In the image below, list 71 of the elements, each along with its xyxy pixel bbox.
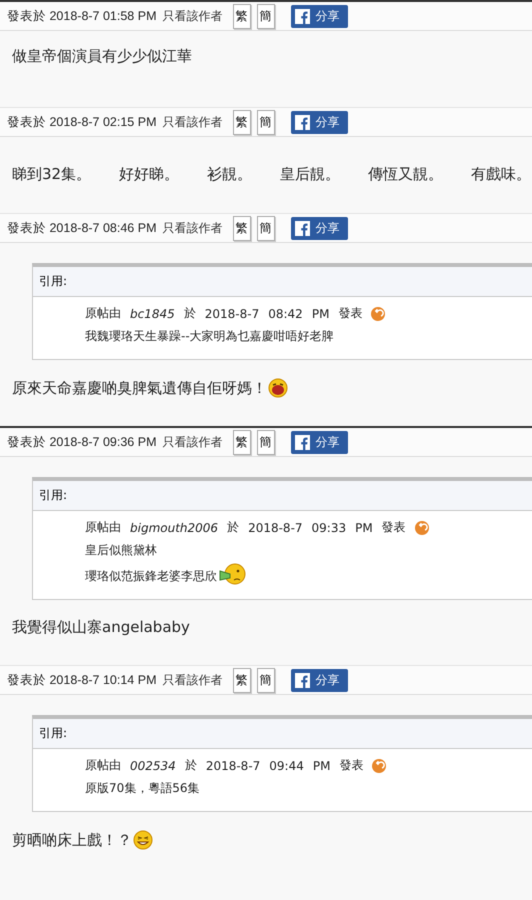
quote-text: 我魏瓔珞天生暴躁--大家明為乜嘉慶咁唔好老脾 — [85, 328, 334, 345]
author-only-link[interactable]: 只看該作者 — [162, 220, 222, 236]
simplified-button[interactable]: 簡 — [256, 4, 274, 28]
traditional-button[interactable]: 繁 — [232, 216, 250, 240]
quote-date: 2018-8-7 — [248, 520, 303, 534]
quote-author: bc1845 — [130, 306, 175, 320]
quote-meta: 發表 — [339, 757, 364, 774]
quote-label: 引用: — [33, 481, 532, 511]
quote-meta: 原帖由 — [85, 519, 121, 536]
message-text: 原來天命嘉慶啲臭脾氣遺傳自佢呀媽！ — [12, 378, 267, 398]
post-date: 發表於 2018-8-7 02:15 PM — [7, 114, 156, 130]
message-text: 衫靚。 — [207, 165, 252, 184]
quote-meta: 發表 — [338, 305, 362, 322]
quote-time: PM — [312, 306, 330, 320]
quote-text: 皇后似熊黛林 — [85, 542, 157, 559]
quote-time: 09:44 — [269, 758, 304, 772]
share-button[interactable]: 分享 — [290, 668, 348, 692]
quote-meta: 於 — [227, 519, 240, 536]
author-only-link[interactable]: 只看該作者 — [162, 434, 222, 450]
grinning-face-icon — [133, 830, 153, 850]
message-text: 睇到32集。 — [12, 165, 92, 184]
megaphone-face-icon — [218, 563, 246, 585]
quote-author: bigmouth2006 — [130, 520, 218, 534]
quote-meta: 原帖由 — [85, 305, 121, 322]
quote-text: 原版70集，粵語56集 — [85, 780, 200, 797]
message-text: 我覺得似山寨angelababy — [12, 618, 190, 637]
post-date: 發表於 2018-8-7 09:36 PM — [7, 434, 156, 450]
facebook-icon — [294, 434, 310, 450]
author-only-link[interactable]: 只看該作者 — [162, 8, 222, 24]
quote-date: 2018-8-7 — [206, 758, 260, 772]
quote-text: 瓔珞似范振鋒老婆李思欣 — [85, 568, 217, 585]
quote-meta: 發表 — [382, 519, 406, 536]
quote-label: 引用: — [33, 267, 532, 297]
message-text: 做皇帝個演員有少少似江華 — [12, 47, 192, 66]
simplified-button[interactable]: 簡 — [256, 110, 274, 134]
message-text: 傳恆又靚。 — [368, 165, 444, 184]
message-text: 有戲味。 — [471, 165, 532, 184]
traditional-button[interactable]: 繁 — [232, 668, 250, 692]
quote-time: 08:42 — [268, 306, 303, 320]
author-only-link[interactable]: 只看該作者 — [162, 114, 222, 130]
quote-author: 002534 — [130, 758, 176, 772]
facebook-icon — [294, 8, 310, 24]
quote-meta: 原帖由 — [85, 757, 121, 774]
message-text: 皇后靚。 — [280, 165, 340, 184]
share-button[interactable]: 分享 — [290, 110, 348, 134]
share-button[interactable]: 分享 — [290, 216, 348, 240]
quote-time: PM — [312, 758, 330, 772]
simplified-button[interactable]: 簡 — [256, 216, 274, 240]
message-text: 剪晒啲床上戲！？ — [12, 830, 132, 850]
traditional-button[interactable]: 繁 — [232, 430, 250, 454]
simplified-button[interactable]: 簡 — [256, 668, 274, 692]
quote-meta: 於 — [184, 305, 196, 322]
laughing-face-icon — [268, 378, 288, 398]
simplified-button[interactable]: 簡 — [256, 430, 274, 454]
share-button[interactable]: 分享 — [290, 430, 348, 454]
post-date: 發表於 2018-8-7 08:46 PM — [7, 220, 156, 236]
quote-time: 09:33 — [312, 520, 346, 534]
post-date: 發表於 2018-8-7 10:14 PM — [7, 672, 156, 688]
quote-time: PM — [355, 520, 373, 534]
quote-meta: 於 — [184, 757, 197, 774]
facebook-icon — [294, 672, 310, 688]
traditional-button[interactable]: 繁 — [232, 4, 250, 28]
message-text: 好好睇。 — [119, 165, 180, 184]
facebook-icon — [294, 220, 310, 236]
facebook-icon — [294, 114, 310, 130]
share-button[interactable]: 分享 — [290, 4, 348, 28]
traditional-button[interactable]: 繁 — [232, 110, 250, 134]
quote-date: 2018-8-7 — [204, 306, 260, 320]
author-only-link[interactable]: 只看該作者 — [162, 672, 222, 688]
quote-label: 引用: — [33, 719, 532, 749]
post-date: 發表於 2018-8-7 01:58 PM — [7, 8, 156, 24]
